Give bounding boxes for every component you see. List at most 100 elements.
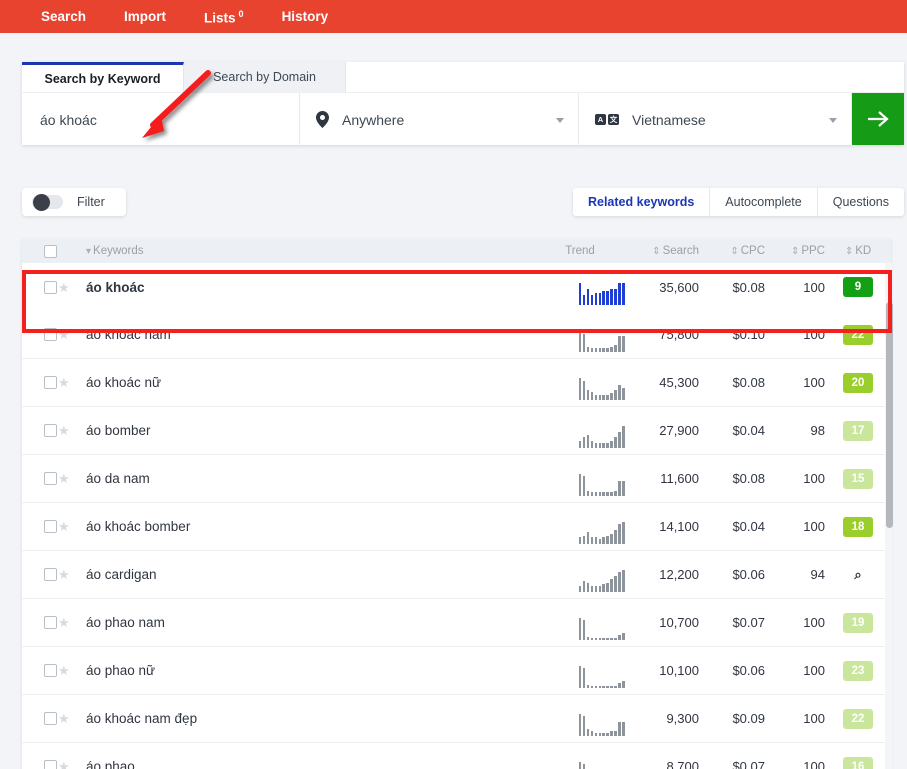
row-keyword[interactable]: áo khoác nữ <box>86 359 535 406</box>
segment-related-keywords[interactable]: Related keywords <box>573 188 711 216</box>
filter-toggle-button[interactable]: Filter <box>22 188 126 216</box>
row-checkbox[interactable] <box>44 328 57 341</box>
nav-item-search[interactable]: Search <box>22 0 105 33</box>
row-checkbox[interactable] <box>44 280 57 294</box>
row-keyword[interactable]: áo khoác <box>86 263 535 311</box>
nav-item-import[interactable]: Import <box>105 0 185 33</box>
ppc-sort-icon: ⇕ <box>790 245 800 257</box>
row-checkbox[interactable] <box>44 424 57 437</box>
segment-autocomplete[interactable]: Autocomplete <box>710 188 818 216</box>
row-ppc: 100 <box>803 375 825 390</box>
row-keyword[interactable]: áo phao nữ <box>86 647 535 694</box>
row-checkbox[interactable] <box>44 376 57 389</box>
table-row[interactable]: ★ áo phao 8,700 $0.07 100 16 <box>22 743 891 769</box>
location-select[interactable]: Anywhere <box>300 93 579 146</box>
table-row[interactable]: ★ áo khoác 35,600 $0.08 100 9 <box>22 263 891 311</box>
row-checkbox[interactable] <box>44 616 57 629</box>
row-keyword[interactable]: áo da nam <box>86 455 535 502</box>
tab-search-by-keyword[interactable]: Search by Keyword <box>22 62 184 92</box>
column-header-kd[interactable]: ⇕ KD <box>825 239 891 263</box>
row-ppc: 100 <box>803 327 825 342</box>
row-kd-cell: 15 <box>825 455 891 502</box>
favorite-star-icon[interactable]: ★ <box>58 568 70 581</box>
search-mode-tabs: Search by Keyword Search by Domain <box>22 62 904 92</box>
row-cpc: $0.08 <box>732 375 765 390</box>
column-header-keywords[interactable]: ▾ Keywords <box>86 239 535 263</box>
row-checkbox[interactable] <box>44 664 57 677</box>
favorite-star-icon[interactable]: ★ <box>58 424 70 437</box>
row-keyword[interactable]: áo khoác nam <box>86 311 535 358</box>
row-kd-cell: 19 <box>825 599 891 646</box>
table-scrollbar-track[interactable] <box>885 263 893 769</box>
row-kd-cell: 17 <box>825 407 891 454</box>
nav-item-history[interactable]: History <box>263 0 348 33</box>
column-header-search-label: Search <box>662 245 699 257</box>
filter-toggle-knob <box>33 193 50 211</box>
select-all-checkbox[interactable] <box>44 244 57 258</box>
location-value: Anywhere <box>342 111 405 128</box>
row-ppc: 94 <box>810 567 825 582</box>
kd-search-icon[interactable]: ⌕ <box>854 567 861 583</box>
table-scrollbar-thumb[interactable] <box>886 302 893 528</box>
row-checkbox[interactable] <box>44 520 57 533</box>
row-checkbox[interactable] <box>44 568 57 581</box>
favorite-star-icon[interactable]: ★ <box>58 328 70 341</box>
column-header-keywords-label: Keywords <box>93 245 144 257</box>
row-search-volume: 10,700 <box>659 615 699 630</box>
row-keyword[interactable]: áo cardigan <box>86 551 535 598</box>
row-checkbox[interactable] <box>44 712 57 725</box>
table-row[interactable]: ★ áo bomber 27,900 $0.04 98 17 <box>22 407 891 455</box>
row-keyword[interactable]: áo phao nam <box>86 599 535 646</box>
row-checkbox[interactable] <box>44 472 57 485</box>
nav-item-lists[interactable]: Lists 0 <box>185 0 263 35</box>
favorite-star-icon[interactable]: ★ <box>58 712 70 725</box>
row-select-cell <box>22 455 58 502</box>
tab-search-by-domain[interactable]: Search by Domain <box>184 62 346 92</box>
favorite-star-icon[interactable]: ★ <box>58 281 70 294</box>
keyword-input[interactable] <box>38 110 283 129</box>
row-ppc: 98 <box>810 423 825 438</box>
row-ppc: 100 <box>803 663 825 678</box>
row-kd-cell: 20 <box>825 359 891 406</box>
favorite-star-icon[interactable]: ★ <box>58 664 70 677</box>
table-row[interactable]: ★ áo khoác bomber 14,100 $0.04 100 18 <box>22 503 891 551</box>
row-keyword[interactable]: áo bomber <box>86 407 535 454</box>
favorite-star-icon[interactable]: ★ <box>58 616 70 629</box>
row-keyword[interactable]: áo khoác nam đẹp <box>86 695 535 742</box>
row-select-cell <box>22 551 58 598</box>
column-header-ppc[interactable]: ⇕ PPC <box>765 239 825 263</box>
row-keyword[interactable]: áo khoác bomber <box>86 503 535 550</box>
row-trend-cell <box>535 503 625 550</box>
table-row[interactable]: ★ áo phao nam 10,700 $0.07 100 19 <box>22 599 891 647</box>
favorite-star-icon[interactable]: ★ <box>58 376 70 389</box>
row-checkbox[interactable] <box>44 760 57 769</box>
table-row[interactable]: ★ áo khoác nam đẹp 9,300 $0.09 100 22 <box>22 695 891 743</box>
translate-icon: A 文 <box>595 114 619 125</box>
row-search-volume: 14,100 <box>659 519 699 534</box>
favorite-star-icon[interactable]: ★ <box>58 760 70 769</box>
arrow-right-icon <box>867 110 889 128</box>
kd-sort-icon: ⇕ <box>844 245 854 257</box>
language-select[interactable]: A 文 Vietnamese <box>579 93 852 146</box>
table-row[interactable]: ★ áo cardigan 12,200 $0.06 94 ⌕ <box>22 551 891 599</box>
kd-badge: 15 <box>843 468 873 489</box>
table-row[interactable]: ★ áo phao nữ 10,100 $0.06 100 23 <box>22 647 891 695</box>
table-body: ★ áo khoác 35,600 $0.08 100 9 ★ áo khoác… <box>22 263 891 769</box>
column-header-search[interactable]: ⇕ Search <box>625 239 699 263</box>
result-type-segmented-control: Related keywords Autocomplete Questions <box>572 188 904 216</box>
row-trend-cell <box>535 359 625 406</box>
table-row[interactable]: ★ áo khoác nữ 45,300 $0.08 100 20 <box>22 359 891 407</box>
column-header-cpc[interactable]: ⇕ CPC <box>699 239 765 263</box>
favorite-star-icon[interactable]: ★ <box>58 520 70 533</box>
column-header-cpc-label: CPC <box>740 245 765 257</box>
favorite-star-icon[interactable]: ★ <box>58 472 70 485</box>
table-row[interactable]: ★ áo khoác nam 75,800 $0.10 100 22 <box>22 311 891 359</box>
filter-toggle-switch[interactable] <box>32 193 63 211</box>
row-keyword[interactable]: áo phao <box>86 743 535 769</box>
segment-questions[interactable]: Questions <box>818 188 904 216</box>
row-search-volume: 12,200 <box>659 567 699 582</box>
table-row[interactable]: ★ áo da nam 11,600 $0.08 100 15 <box>22 455 891 503</box>
submit-search-button[interactable] <box>852 93 904 145</box>
row-kd-cell: 22 <box>825 311 891 358</box>
translate-icon-right: 文 <box>608 114 619 125</box>
